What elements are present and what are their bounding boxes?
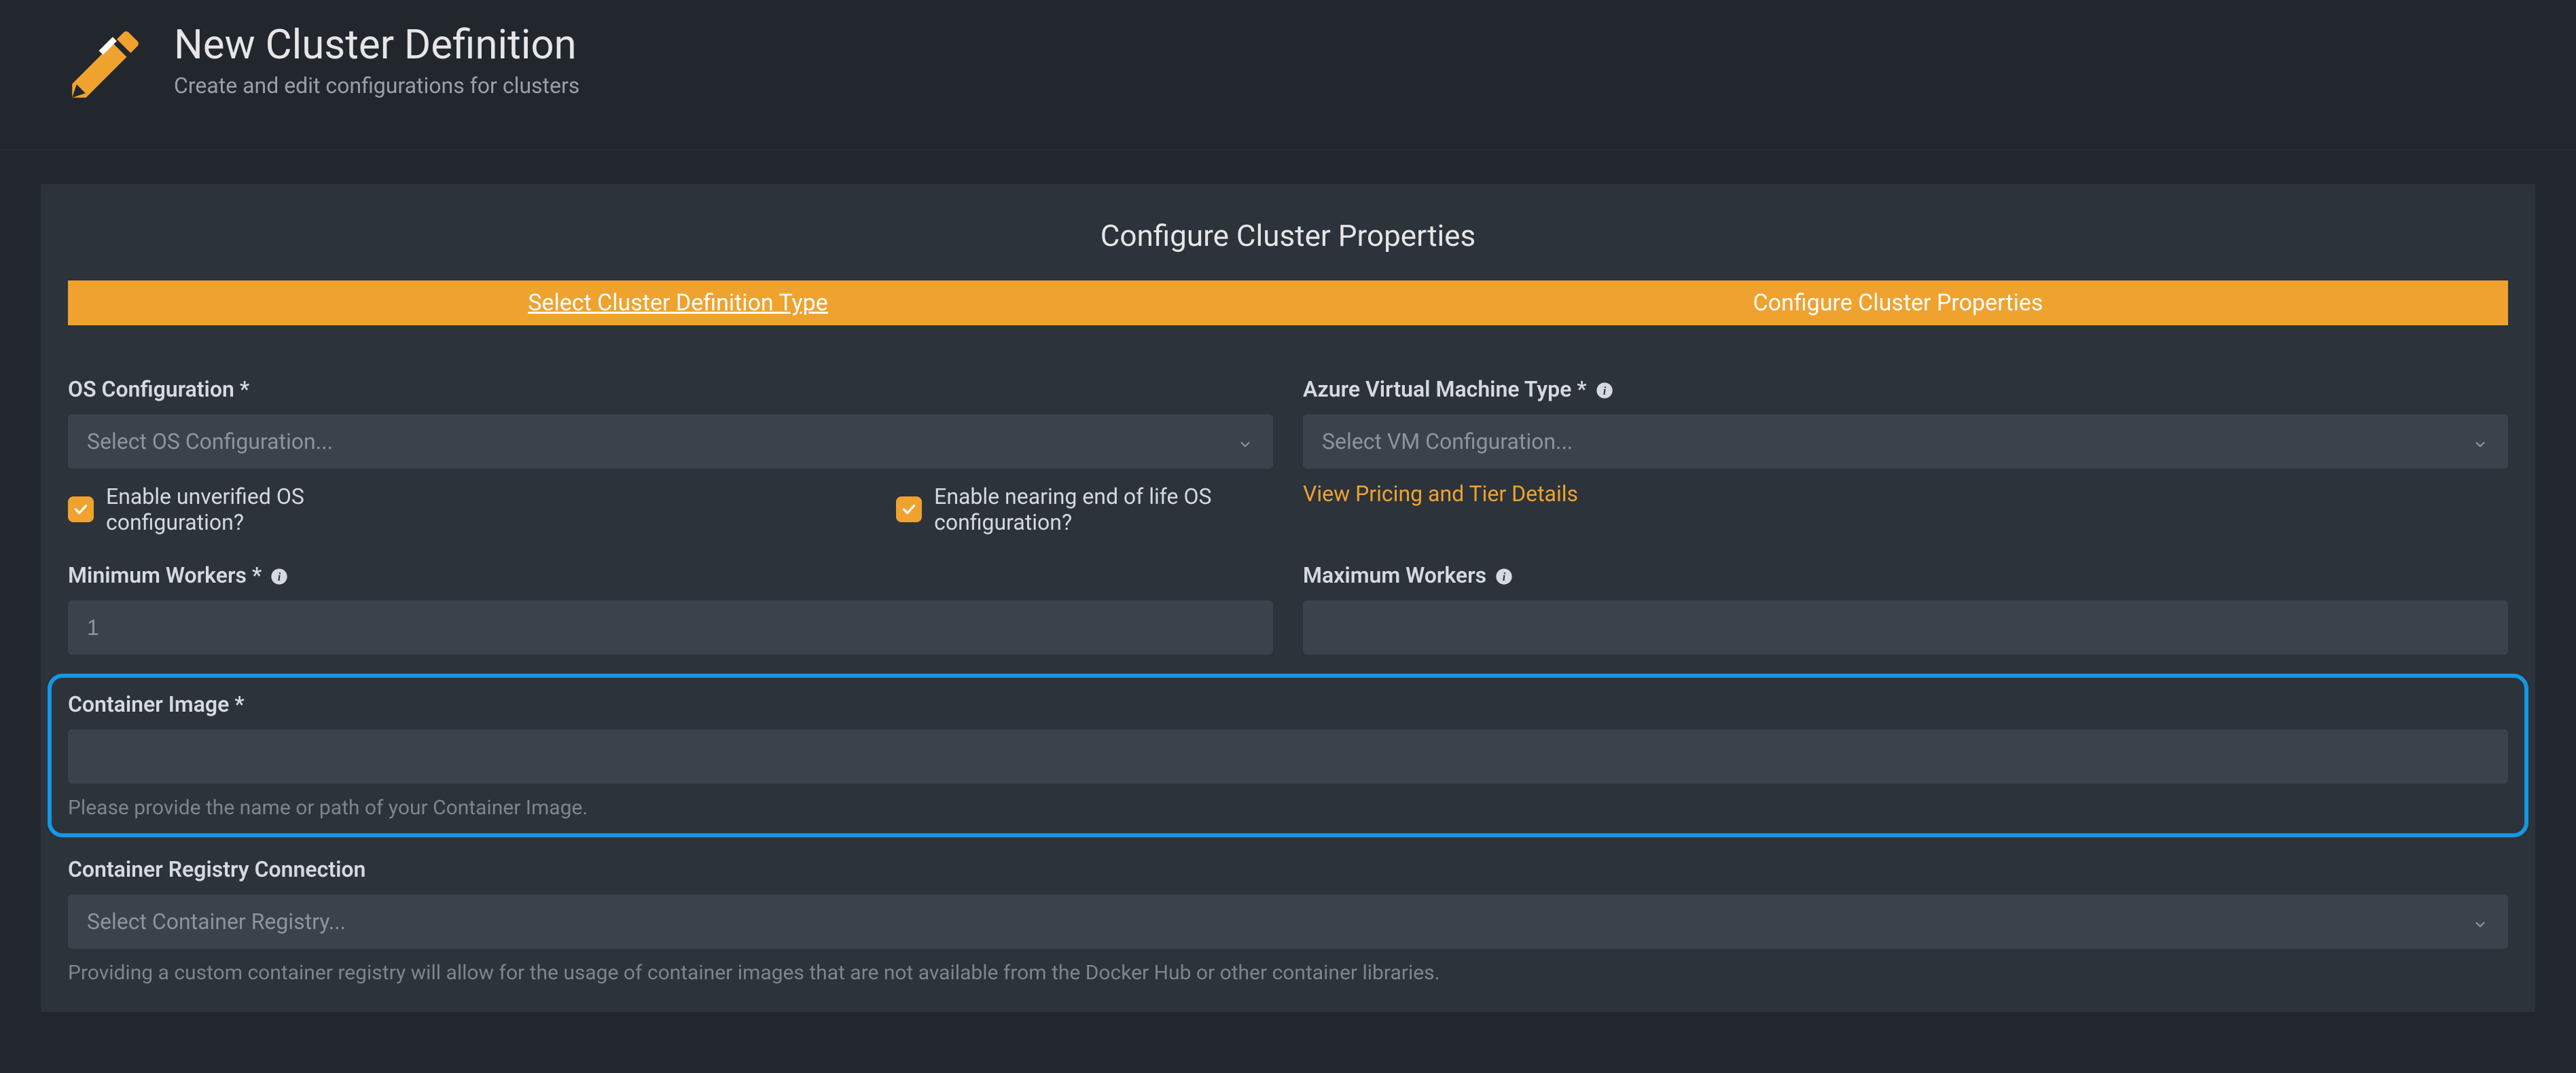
info-icon: i bbox=[1595, 380, 1614, 399]
chevron-down-icon bbox=[2471, 913, 2489, 930]
chevron-down-icon bbox=[1236, 433, 1254, 450]
min-workers-input[interactable] bbox=[87, 600, 1254, 655]
min-workers-input-wrapper bbox=[68, 600, 1273, 655]
container-registry-label: Container Registry Connection bbox=[68, 856, 2508, 882]
container-image-group: Container Image * Please provide the nam… bbox=[68, 682, 2508, 829]
enable-eol-checkbox[interactable]: Enable nearing end of life OS configurat… bbox=[896, 484, 1273, 535]
info-icon: i bbox=[270, 566, 289, 585]
container-registry-group: Container Registry Connection Select Con… bbox=[68, 856, 2508, 985]
container-image-input-wrapper bbox=[68, 729, 2508, 784]
max-workers-label: Maximum Workers i bbox=[1303, 562, 2508, 588]
min-workers-group: Minimum Workers * i bbox=[68, 562, 1273, 655]
page-title: New Cluster Definition bbox=[174, 20, 579, 69]
max-workers-input[interactable] bbox=[1322, 600, 2489, 655]
container-image-input[interactable] bbox=[87, 729, 2489, 784]
container-registry-help: Providing a custom container registry wi… bbox=[68, 961, 2508, 985]
container-registry-placeholder: Select Container Registry... bbox=[87, 909, 346, 934]
info-icon: i bbox=[1495, 566, 1514, 585]
checkbox-checked-icon bbox=[896, 496, 922, 522]
wizard-tabs: Select Cluster Definition Type Configure… bbox=[68, 280, 2508, 325]
pricing-details-link[interactable]: View Pricing and Tier Details bbox=[1303, 481, 1578, 507]
vm-type-placeholder: Select VM Configuration... bbox=[1322, 429, 1573, 454]
max-workers-input-wrapper bbox=[1303, 600, 2508, 655]
chevron-down-icon bbox=[2471, 433, 2489, 450]
config-panel: Configure Cluster Properties Select Clus… bbox=[41, 184, 2535, 1012]
max-workers-group: Maximum Workers i bbox=[1303, 562, 2508, 655]
min-workers-label: Minimum Workers * i bbox=[68, 562, 1273, 588]
os-config-select[interactable]: Select OS Configuration... bbox=[68, 414, 1273, 469]
container-image-help: Please provide the name or path of your … bbox=[68, 796, 2508, 820]
container-image-label: Container Image * bbox=[68, 691, 2508, 717]
tab-select-definition-type[interactable]: Select Cluster Definition Type bbox=[68, 280, 1288, 325]
svg-text:i: i bbox=[278, 570, 281, 583]
header-divider bbox=[0, 149, 2576, 150]
svg-text:i: i bbox=[1503, 570, 1506, 583]
vm-type-label: Azure Virtual Machine Type * i bbox=[1303, 376, 2508, 402]
vm-type-select[interactable]: Select VM Configuration... bbox=[1303, 414, 2508, 469]
os-config-label: OS Configuration * bbox=[68, 376, 1273, 402]
checkbox-checked-icon bbox=[68, 496, 94, 522]
enable-eol-label: Enable nearing end of life OS configurat… bbox=[934, 484, 1273, 535]
page-header: New Cluster Definition Create and edit c… bbox=[41, 20, 2535, 109]
os-config-placeholder: Select OS Configuration... bbox=[87, 429, 333, 454]
panel-title: Configure Cluster Properties bbox=[68, 218, 2508, 253]
page-subtitle: Create and edit configurations for clust… bbox=[174, 73, 579, 98]
container-registry-select[interactable]: Select Container Registry... bbox=[68, 894, 2508, 949]
svg-text:i: i bbox=[1603, 384, 1606, 397]
enable-unverified-label: Enable unverified OS configuration? bbox=[106, 484, 380, 535]
vm-type-group: Azure Virtual Machine Type * i Select VM… bbox=[1303, 376, 2508, 535]
pencil-edit-icon bbox=[61, 20, 149, 109]
enable-unverified-checkbox[interactable]: Enable unverified OS configuration? bbox=[68, 484, 380, 535]
os-config-group: OS Configuration * Select OS Configurati… bbox=[68, 376, 1273, 535]
tab-configure-properties[interactable]: Configure Cluster Properties bbox=[1288, 280, 2508, 325]
